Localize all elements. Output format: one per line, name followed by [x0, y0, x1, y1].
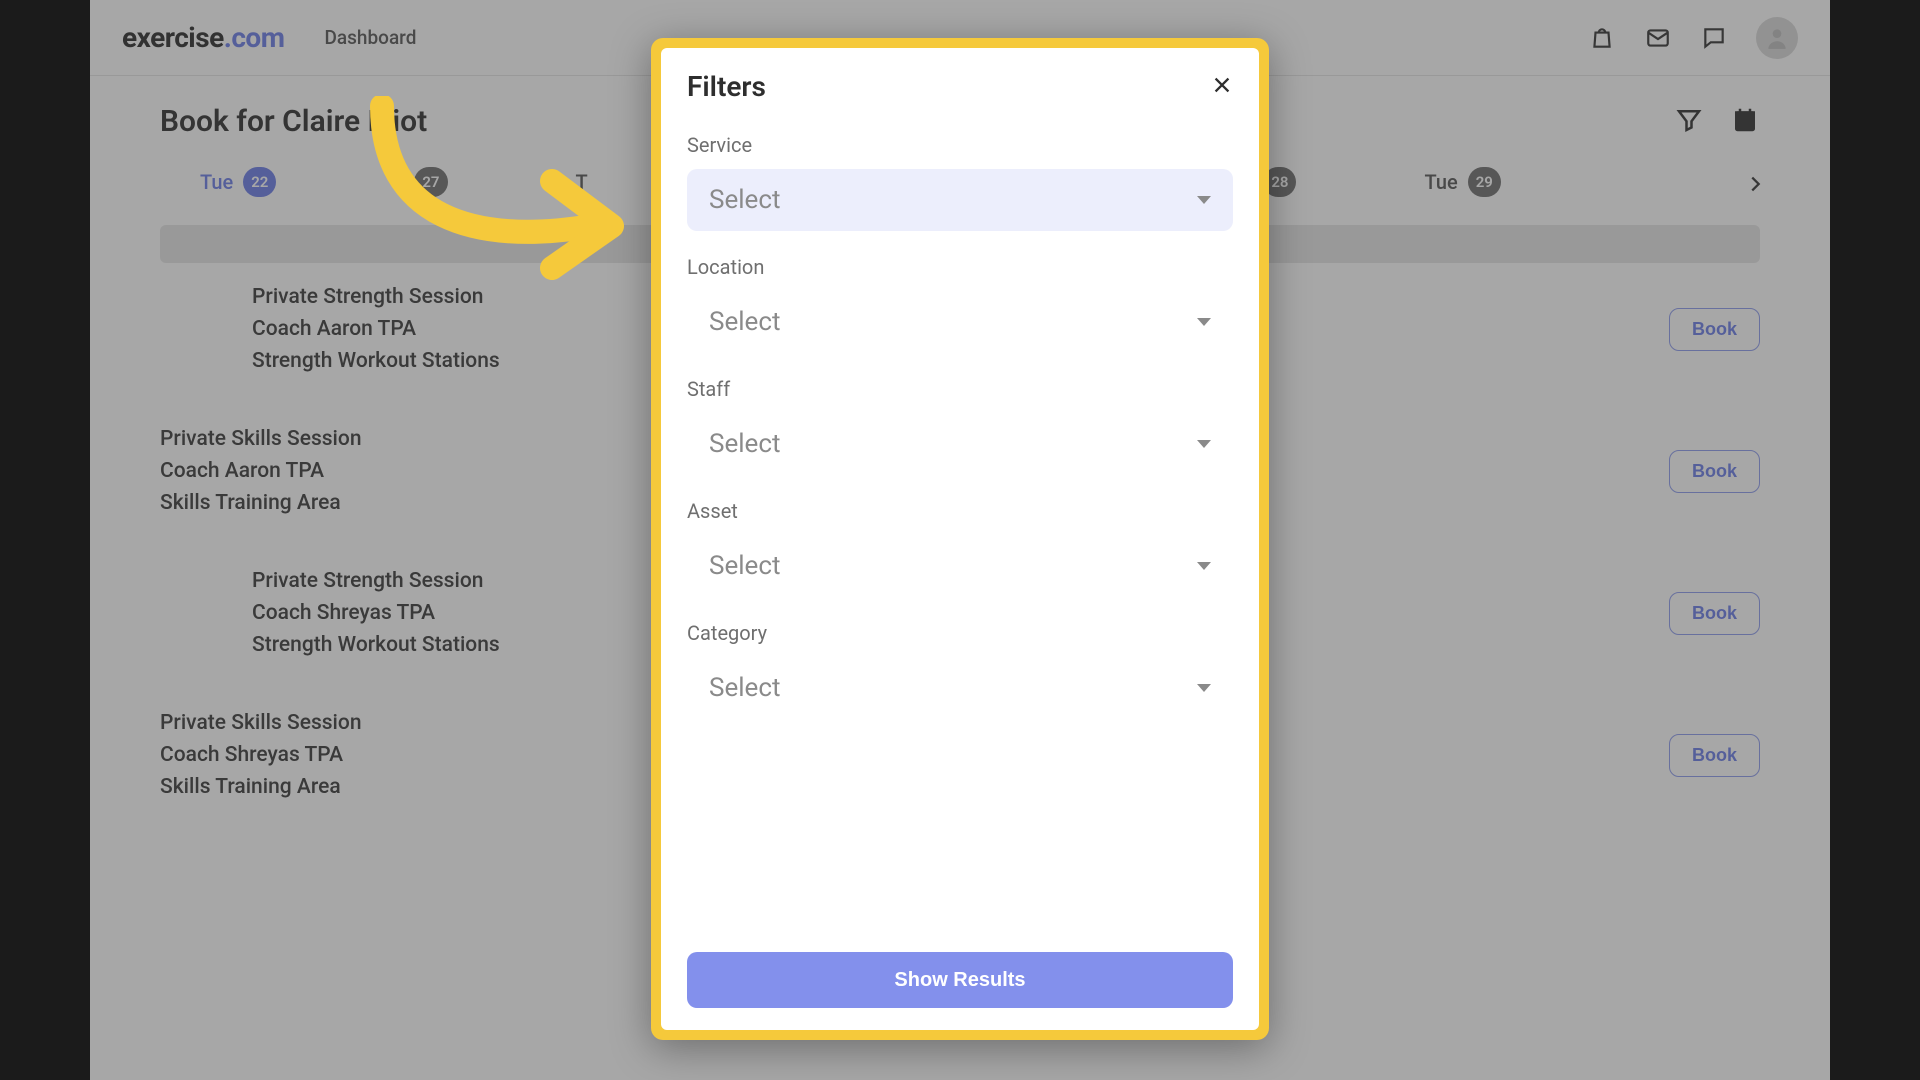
field-label-category: Category	[687, 621, 1233, 645]
close-icon[interactable]	[1211, 74, 1233, 100]
select-placeholder: Select	[709, 307, 780, 337]
select-location[interactable]: Select	[687, 291, 1233, 353]
modal-title: Filters	[687, 70, 766, 103]
select-placeholder: Select	[709, 429, 780, 459]
modal-highlight-frame: Filters Service Select Location Select S…	[651, 38, 1269, 1040]
select-placeholder: Select	[709, 185, 780, 215]
select-asset[interactable]: Select	[687, 535, 1233, 597]
modal-body: Service Select Location Select Staff Sel…	[687, 125, 1233, 952]
chevron-down-icon	[1197, 196, 1211, 204]
chevron-down-icon	[1197, 684, 1211, 692]
modal-header: Filters	[687, 70, 1233, 103]
chevron-down-icon	[1197, 440, 1211, 448]
field-label-asset: Asset	[687, 499, 1233, 523]
chevron-down-icon	[1197, 562, 1211, 570]
select-category[interactable]: Select	[687, 657, 1233, 719]
select-placeholder: Select	[709, 673, 780, 703]
field-label-location: Location	[687, 255, 1233, 279]
chevron-down-icon	[1197, 318, 1211, 326]
select-placeholder: Select	[709, 551, 780, 581]
select-service[interactable]: Select	[687, 169, 1233, 231]
field-label-service: Service	[687, 133, 1233, 157]
filters-modal: Filters Service Select Location Select S…	[661, 48, 1259, 1030]
field-label-staff: Staff	[687, 377, 1233, 401]
show-results-button[interactable]: Show Results	[687, 952, 1233, 1008]
select-staff[interactable]: Select	[687, 413, 1233, 475]
